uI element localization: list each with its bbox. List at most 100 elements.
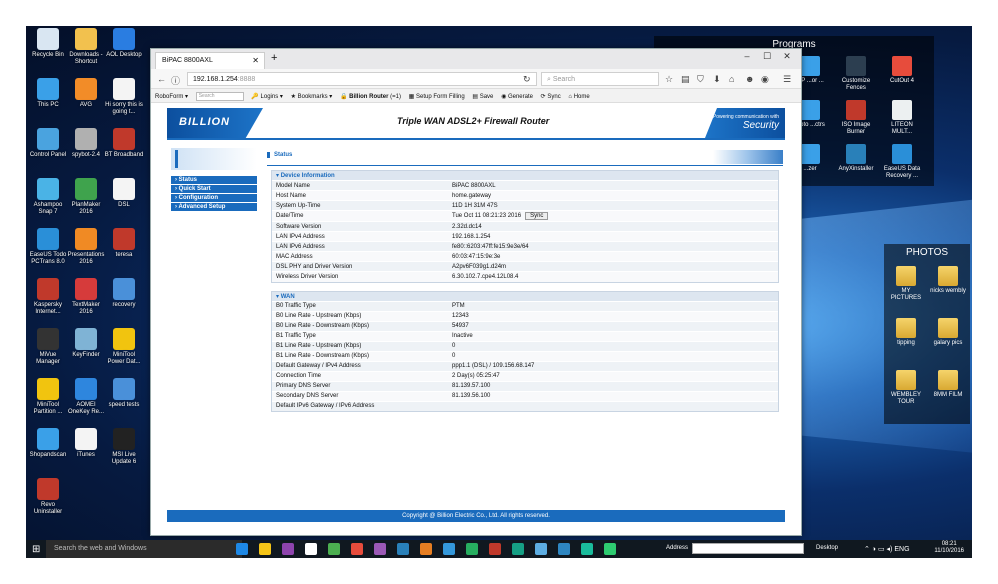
address-input[interactable] — [692, 543, 804, 554]
router-nav-item[interactable]: › Quick Start — [171, 185, 257, 193]
taskbar-app-icon[interactable] — [397, 543, 409, 555]
photo-folder[interactable]: nicks wembly — [928, 266, 968, 295]
minimize-icon[interactable]: – — [737, 51, 757, 61]
router-nav-item[interactable]: › Status — [171, 176, 257, 184]
desktop-icon[interactable]: Presentations 2016 — [66, 228, 106, 266]
desktop-icon[interactable]: Kaspersky Internet... — [28, 278, 68, 316]
roboform-button[interactable]: RoboForm ▾ — [155, 94, 188, 100]
photo-folder[interactable]: galary pics — [928, 318, 968, 347]
url-bar[interactable]: 192.168.1.254:8888 — [187, 72, 537, 86]
desktop-toolbar-label[interactable]: Desktop — [816, 545, 838, 551]
taskbar-app-icon[interactable] — [604, 543, 616, 555]
taskbar-search-input[interactable]: Search the web and Windows — [46, 540, 242, 558]
desktop-icon[interactable]: Downloads - Shortcut — [66, 28, 106, 66]
bookmarks-button[interactable]: ★ Bookmarks ▾ — [291, 94, 333, 100]
taskbar-clock[interactable]: 08:21 11/10/2016 — [934, 541, 964, 555]
desktop-icon[interactable]: MiniTool Power Dat... — [104, 328, 144, 366]
home-bookmark[interactable]: ⌂ Home — [568, 94, 589, 100]
desktop-icon[interactable]: KeyFinder — [66, 328, 106, 359]
desktop-icon[interactable]: teresa — [104, 228, 144, 259]
menu-icon[interactable]: ☰ — [783, 74, 791, 85]
extension-icon[interactable]: ◉ — [761, 74, 769, 85]
bookmark-star-icon[interactable]: ☆ — [665, 74, 673, 85]
generate-button[interactable]: ◉ Generate — [501, 94, 533, 100]
taskbar-app-icon[interactable] — [259, 543, 271, 555]
router-nav-item[interactable]: › Configuration — [171, 194, 257, 202]
taskbar-app-icon[interactable] — [535, 543, 547, 555]
field-value-text: 6.30.102.7.cpe4.12L08.4 — [452, 273, 519, 280]
reload-icon[interactable]: ↻ — [523, 74, 531, 85]
desktop-icon[interactable]: Recycle Bin — [28, 28, 68, 59]
billion-router-bookmark[interactable]: 🔒 Billion Router (=1) — [340, 94, 401, 100]
desktop-icon[interactable]: MiniTool Partition ... — [28, 378, 68, 416]
tab-bar: BiPAC 8800AXL ✕ + – ☐ ✕ — [151, 49, 801, 69]
taskbar-app-icon[interactable] — [282, 543, 294, 555]
photo-folder[interactable]: tipping — [886, 318, 926, 347]
program-icon[interactable]: LITEON MULT... — [882, 100, 922, 136]
windows-start-icon[interactable]: ⊞ — [32, 544, 40, 555]
desktop-icon[interactable]: Revo Uninstaller — [28, 478, 68, 516]
back-icon[interactable]: ← — [157, 74, 166, 84]
logins-button[interactable]: 🔑 Logins ▾ — [251, 94, 283, 100]
desktop-icon[interactable]: This PC — [28, 78, 68, 109]
sync-button[interactable]: ⟳ Sync — [541, 94, 561, 100]
taskbar-app-icon[interactable] — [351, 543, 363, 555]
desktop-icon[interactable]: spybot-2.4 — [66, 128, 106, 159]
desktop-icon[interactable]: EaseUS Todo PCTrans 8.0 — [28, 228, 68, 266]
taskbar-app-icon[interactable] — [581, 543, 593, 555]
taskbar-app-icon[interactable] — [558, 543, 570, 555]
photo-folder[interactable]: MY PICTURES — [886, 266, 926, 302]
taskbar-app-icon[interactable] — [236, 543, 248, 555]
taskbar-app-icon[interactable] — [489, 543, 501, 555]
desktop-icon[interactable]: Shopandscan — [28, 428, 68, 459]
maximize-icon[interactable]: ☐ — [757, 51, 777, 62]
desktop-icon[interactable]: iTunes — [66, 428, 106, 459]
new-tab-icon[interactable]: + — [271, 52, 277, 64]
desktop-icon[interactable]: Hi sorry this is going t... — [104, 78, 144, 116]
download-icon[interactable]: ⬇ — [713, 74, 721, 85]
desktop-icon[interactable]: MSI Live Update 6 — [104, 428, 144, 466]
taskbar-app-icon[interactable] — [466, 543, 478, 555]
desktop-icon[interactable]: Ashampoo Snap 7 — [28, 178, 68, 216]
close-window-icon[interactable]: ✕ — [777, 51, 797, 62]
taskbar-app-icon[interactable] — [374, 543, 386, 555]
addon-icon[interactable]: ☻ — [745, 74, 754, 84]
desktop-icon[interactable]: AOL Desktop — [104, 28, 144, 59]
search-input[interactable]: ⌕ Search — [541, 72, 659, 86]
save-button[interactable]: ▤ Save — [472, 94, 493, 100]
reading-list-icon[interactable]: ▤ — [681, 74, 690, 85]
roboform-search-input[interactable]: Search — [195, 92, 244, 101]
taskbar-app-icon[interactable] — [443, 543, 455, 555]
sync-time-button[interactable]: Sync — [525, 212, 549, 220]
desktop-icon[interactable]: recovery — [104, 278, 144, 309]
desktop-icon[interactable]: Control Panel — [28, 128, 68, 159]
desktop-icon[interactable]: MiVue Manager — [28, 328, 68, 366]
router-nav-item[interactable]: › Advanced Setup — [171, 203, 257, 211]
taskbar-app-icon[interactable] — [328, 543, 340, 555]
program-icon[interactable]: AnyXinstaller — [836, 144, 876, 173]
program-icon[interactable]: CutOut 4 — [882, 56, 922, 85]
desktop-icon[interactable]: TextMaker 2016 — [66, 278, 106, 316]
pocket-icon[interactable]: ⛉ — [697, 74, 704, 85]
photo-folder[interactable]: WEMBLEY TOUR — [886, 370, 926, 406]
site-info-icon[interactable]: ⓘ — [171, 74, 180, 87]
setup-form-filling-button[interactable]: ▦ Setup Form Filling — [409, 94, 465, 100]
taskbar-app-icon[interactable] — [305, 543, 317, 555]
browser-tab[interactable]: BiPAC 8800AXL ✕ — [155, 52, 265, 69]
desktop-icon[interactable]: PlanMaker 2016 — [66, 178, 106, 216]
desktop-icon[interactable]: AVG — [66, 78, 106, 109]
desktop-icon[interactable]: speed tests — [104, 378, 144, 409]
desktop-icon[interactable]: DSL — [104, 178, 144, 209]
tab-close-icon[interactable]: ✕ — [252, 56, 259, 65]
system-tray[interactable]: ⌃ ◑ ▭ ◂) ENG — [864, 545, 910, 553]
taskbar-app-icon[interactable] — [420, 543, 432, 555]
folder-icon — [938, 318, 958, 338]
program-icon[interactable]: ISO Image Burner — [836, 100, 876, 136]
program-icon[interactable]: Customize Fences — [836, 56, 876, 92]
taskbar-app-icon[interactable] — [512, 543, 524, 555]
desktop-icon[interactable]: AOMEI OneKey Re... — [66, 378, 106, 416]
photo-folder[interactable]: 8MM FILM — [928, 370, 968, 399]
desktop-icon[interactable]: BT Broadband — [104, 128, 144, 159]
program-icon[interactable]: EaseUS Data Recovery ... — [882, 144, 922, 180]
home-icon[interactable]: ⌂ — [729, 74, 734, 84]
